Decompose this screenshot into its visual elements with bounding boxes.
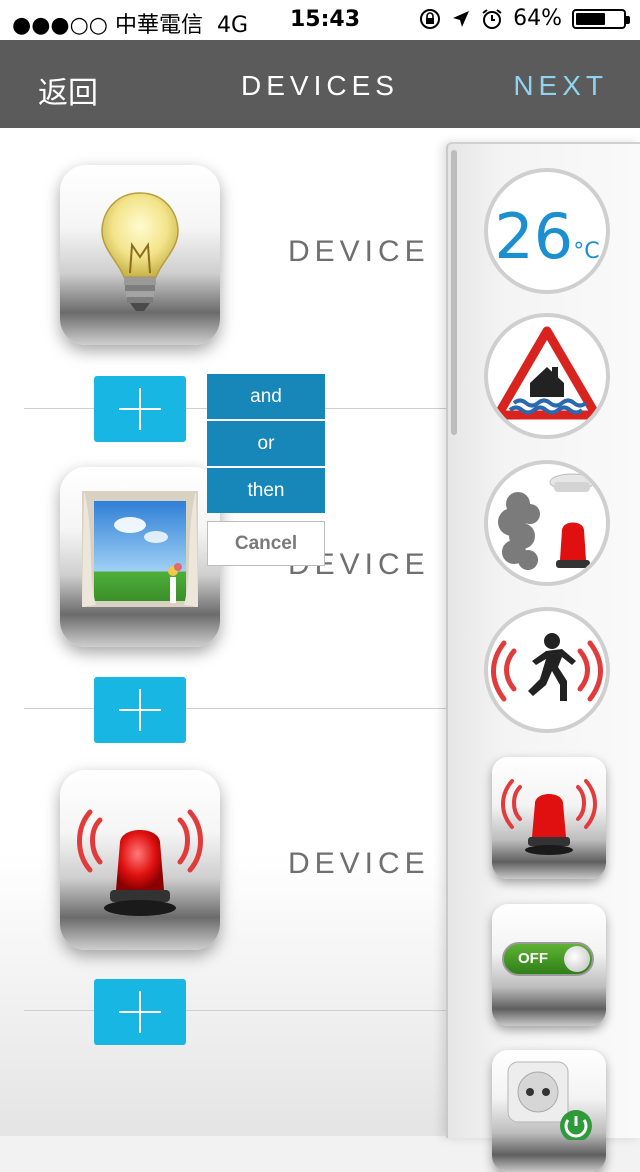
motion-sensor-item[interactable] bbox=[484, 607, 610, 733]
status-bar: ●●●○○ 中華電信 4G 15:43 64% bbox=[0, 0, 640, 40]
next-button[interactable]: NEXT bbox=[513, 70, 608, 102]
scrollbar[interactable] bbox=[451, 150, 457, 435]
siren-icon bbox=[501, 779, 597, 855]
device-tile-window[interactable] bbox=[60, 467, 220, 647]
siren-item[interactable] bbox=[492, 757, 606, 879]
temperature-icon: 26°C bbox=[494, 200, 600, 273]
menu-option-and[interactable]: and bbox=[207, 374, 325, 419]
motion-sensor-icon bbox=[491, 633, 603, 702]
device-tile-light-bulb[interactable] bbox=[60, 165, 220, 345]
smoke-detector-item[interactable] bbox=[484, 460, 610, 586]
network-label: 4G bbox=[216, 13, 249, 38]
power-outlet-icon bbox=[507, 1061, 592, 1142]
rotation-lock-icon bbox=[420, 8, 441, 29]
alarm-clock-icon bbox=[482, 8, 502, 29]
siren-icon bbox=[77, 809, 203, 916]
clock: 15:43 bbox=[290, 7, 361, 32]
temperature-sensor-item[interactable]: 26°C bbox=[484, 168, 610, 294]
carrier-label: ●●●○○ 中華電信 4G bbox=[12, 13, 249, 38]
smoke-detector-icon bbox=[498, 473, 595, 570]
device-label: DEVICE bbox=[288, 235, 430, 268]
divider bbox=[24, 708, 448, 709]
device-tile-siren[interactable] bbox=[60, 770, 220, 950]
battery-percent: 64% bbox=[513, 6, 562, 31]
add-condition-button[interactable] bbox=[94, 376, 186, 442]
battery-icon bbox=[572, 8, 630, 29]
off-switch-icon: OFF bbox=[502, 942, 594, 976]
outlet-item[interactable] bbox=[492, 1050, 606, 1172]
menu-option-or[interactable]: or bbox=[207, 421, 325, 466]
menu-option-then[interactable]: then bbox=[207, 468, 325, 513]
add-condition-button[interactable] bbox=[94, 677, 186, 743]
light-bulb-icon bbox=[101, 192, 179, 311]
location-arrow-icon bbox=[453, 10, 470, 27]
navigation-bar: 返回 DEVICES NEXT bbox=[0, 40, 640, 128]
device-label: DEVICE bbox=[288, 847, 430, 880]
flood-sensor-item[interactable] bbox=[484, 313, 610, 439]
flood-warning-icon bbox=[493, 326, 601, 420]
cancel-button[interactable]: Cancel bbox=[207, 521, 325, 566]
window-icon bbox=[82, 491, 198, 607]
add-condition-button[interactable] bbox=[94, 979, 186, 1045]
switch-item[interactable]: OFF bbox=[492, 904, 606, 1026]
divider bbox=[24, 1010, 448, 1011]
